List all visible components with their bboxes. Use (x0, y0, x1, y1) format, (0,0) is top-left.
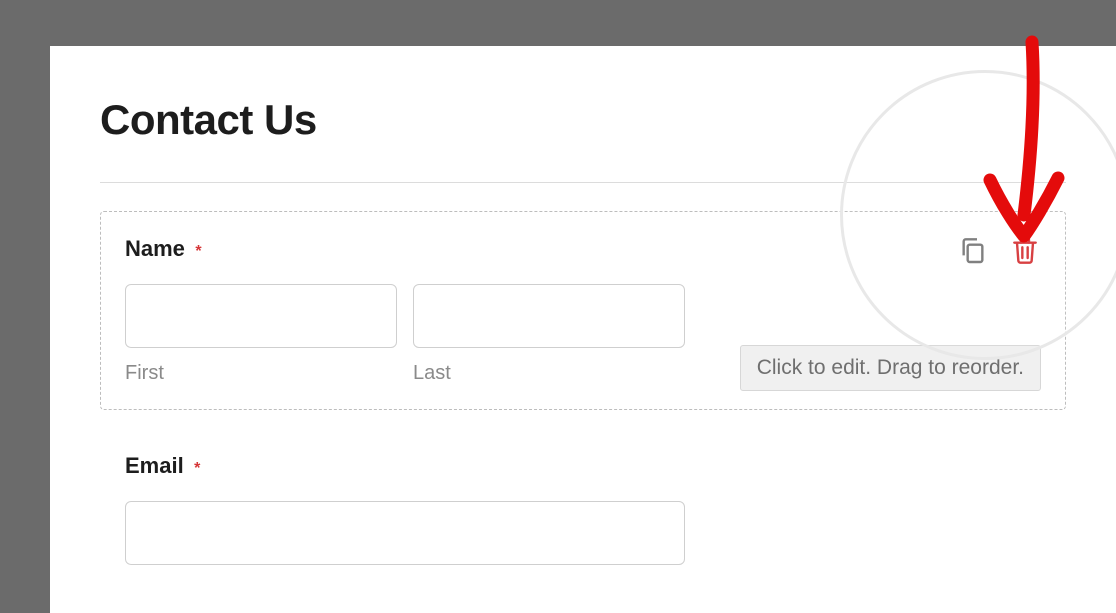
delete-button[interactable] (1009, 234, 1041, 266)
last-name-input[interactable] (413, 284, 685, 348)
last-name-sublabel: Last (413, 362, 685, 385)
trash-icon (1009, 234, 1041, 266)
form-title: Contact Us (100, 96, 1066, 144)
last-name-subfield: Last (413, 284, 685, 385)
name-label: Name (125, 236, 185, 262)
title-divider (100, 182, 1066, 183)
email-label: Email (125, 453, 184, 479)
form-canvas: Contact Us Name * (50, 46, 1116, 613)
required-star: * (195, 243, 201, 260)
field-name-block[interactable]: Name * (100, 211, 1066, 410)
field-email-block[interactable]: Email * (100, 428, 1066, 590)
first-name-input[interactable] (125, 284, 397, 348)
name-subfields-row: First Last (125, 284, 685, 385)
first-name-sublabel: First (125, 362, 397, 385)
required-star: * (194, 460, 200, 477)
first-name-subfield: First (125, 284, 397, 385)
field-toolbar (957, 234, 1041, 266)
field-tooltip: Click to edit. Drag to reorder. (740, 345, 1041, 391)
email-input[interactable] (125, 501, 685, 565)
duplicate-button[interactable] (957, 234, 989, 266)
duplicate-icon (957, 234, 989, 266)
